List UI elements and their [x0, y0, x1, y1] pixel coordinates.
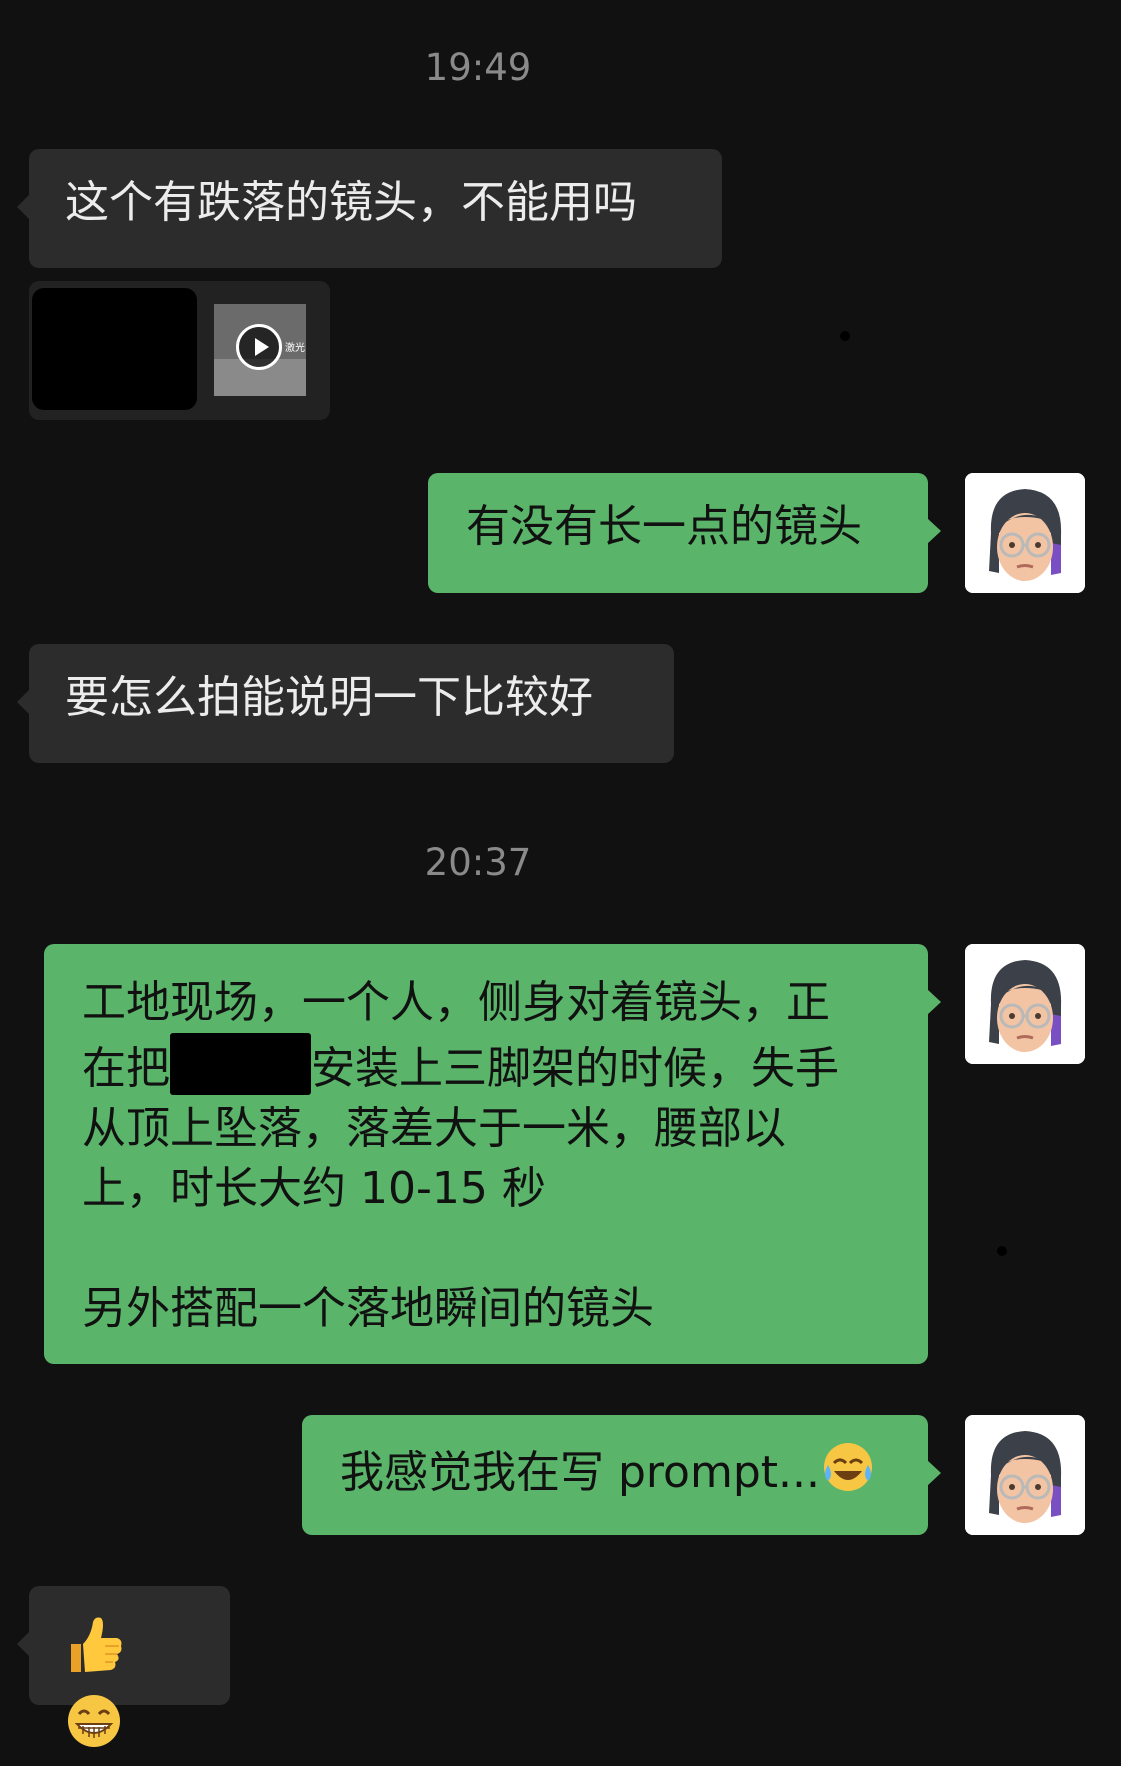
- video-thumbnail[interactable]: 激光: [214, 304, 306, 396]
- message-line: 在把 安装上三脚架的时候，失手: [82, 1033, 890, 1099]
- incoming-message[interactable]: [17, 1586, 230, 1747]
- redacted-thumbnail: [32, 288, 197, 410]
- incoming-message[interactable]: 这个有跌落的镜头，不能用吗: [17, 149, 722, 268]
- message-line: 上，时长大约 10-15 秒: [82, 1163, 546, 1214]
- memoji-avatar-icon: [965, 473, 1085, 593]
- media-message[interactable]: 激光: [29, 281, 330, 420]
- avatar[interactable]: [965, 473, 1085, 593]
- message-line: 另外搭配一个落地瞬间的镜头: [82, 1283, 654, 1334]
- play-icon[interactable]: [236, 324, 282, 370]
- grinning-face-icon: [65, 1692, 123, 1766]
- thumbs-up-icon: [65, 1614, 125, 1692]
- avatar[interactable]: [965, 944, 1085, 1064]
- outgoing-message[interactable]: 有没有长一点的镜头: [428, 473, 941, 593]
- message-line: 工地现场，一个人，侧身对着镜头，正: [82, 977, 830, 1028]
- message-text: 我感觉我在写 prompt...: [340, 1447, 820, 1498]
- timestamp: 19:49: [424, 46, 532, 89]
- memoji-avatar-icon: [965, 1415, 1085, 1535]
- memoji-avatar-icon: [965, 944, 1085, 1064]
- artifact-dot: [840, 331, 850, 341]
- message-text: 这个有跌落的镜头，不能用吗: [65, 177, 637, 228]
- incoming-message[interactable]: 要怎么拍能说明一下比较好: [17, 644, 674, 763]
- artifact-dot: [997, 1246, 1007, 1256]
- outgoing-message[interactable]: 工地现场，一个人，侧身对着镜头，正 在把 安装上三脚架的时候，失手 从顶上坠落，落…: [44, 944, 941, 1364]
- outgoing-message[interactable]: 我感觉我在写 prompt...: [302, 1415, 941, 1535]
- message-text: 有没有长一点的镜头: [466, 501, 862, 552]
- face-with-tears-of-joy-icon: [820, 1439, 876, 1511]
- avatar[interactable]: [965, 1415, 1085, 1535]
- message-line: 从顶上坠落，落差大于一米，腰部以: [82, 1103, 786, 1154]
- message-text: 要怎么拍能说明一下比较好: [65, 672, 593, 723]
- redacted-text: [170, 1033, 311, 1095]
- timestamp: 20:37: [424, 841, 532, 884]
- video-thumbnail-caption: 激光: [285, 343, 305, 354]
